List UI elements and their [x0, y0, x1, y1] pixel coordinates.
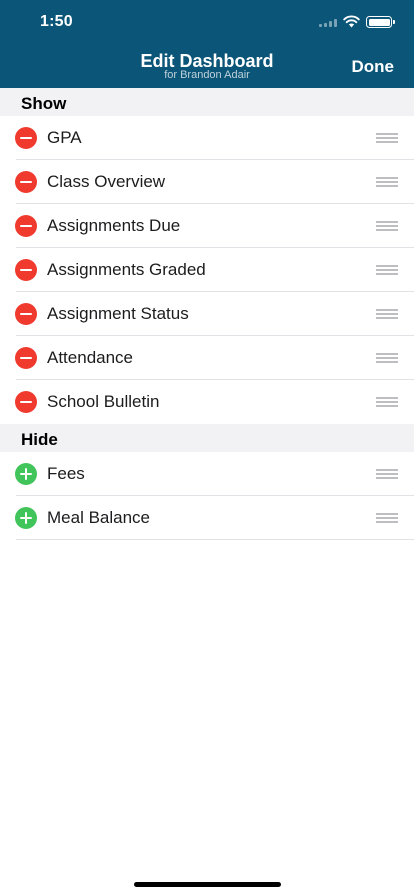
minus-circle-icon[interactable]	[15, 259, 37, 281]
home-indicator[interactable]	[134, 882, 281, 887]
battery-icon	[366, 16, 395, 28]
minus-circle-icon[interactable]	[15, 127, 37, 149]
list-item: Assignment Status	[0, 292, 414, 336]
plus-circle-icon[interactable]	[15, 463, 37, 485]
item-label: Meal Balance	[47, 508, 151, 527]
cellular-signal-icon	[319, 19, 339, 27]
reorder-grip-icon[interactable]	[376, 469, 398, 479]
section-header-hide: Hide	[0, 424, 414, 452]
minus-circle-icon[interactable]	[15, 303, 37, 325]
list-item: Class Overview	[0, 160, 414, 204]
item-label: Assignments Graded	[47, 260, 206, 279]
reorder-grip-icon[interactable]	[376, 133, 398, 143]
item-label: Assignments Due	[47, 216, 181, 235]
item-label: Fees	[47, 464, 85, 483]
item-label: School Bulletin	[47, 392, 160, 411]
section-title: Hide	[21, 430, 58, 449]
reorder-grip-icon[interactable]	[376, 513, 398, 523]
minus-circle-icon[interactable]	[15, 347, 37, 369]
item-label: Attendance	[47, 348, 134, 367]
list-item: Assignments Due	[0, 204, 414, 248]
reorder-grip-icon[interactable]	[376, 353, 398, 363]
item-label: Assignment Status	[47, 304, 189, 323]
reorder-grip-icon[interactable]	[376, 177, 398, 187]
minus-circle-icon[interactable]	[15, 171, 37, 193]
status-bar: 1:50	[0, 0, 414, 44]
reorder-grip-icon[interactable]	[376, 397, 398, 407]
item-label: Class Overview	[47, 172, 166, 191]
navigation-bar: 1:50 Edit Dashboard for Brandon Adair Do…	[0, 0, 414, 88]
section-header-show: Show	[0, 88, 414, 116]
status-time: 1:50	[40, 13, 73, 30]
list-item: Assignments Graded	[0, 248, 414, 292]
reorder-grip-icon[interactable]	[376, 221, 398, 231]
list-item: Meal Balance	[0, 496, 414, 540]
done-button[interactable]: Done	[352, 57, 395, 77]
minus-circle-icon[interactable]	[15, 215, 37, 237]
section-title: Show	[21, 94, 67, 113]
list-item: School Bulletin	[0, 380, 414, 424]
reorder-grip-icon[interactable]	[376, 265, 398, 275]
wifi-icon	[343, 15, 360, 28]
list-item: Fees	[0, 452, 414, 496]
list-item: Attendance	[0, 336, 414, 380]
item-label: GPA	[47, 128, 82, 147]
minus-circle-icon[interactable]	[15, 391, 37, 413]
plus-circle-icon[interactable]	[15, 507, 37, 529]
reorder-grip-icon[interactable]	[376, 309, 398, 319]
list-item: GPA	[0, 116, 414, 160]
